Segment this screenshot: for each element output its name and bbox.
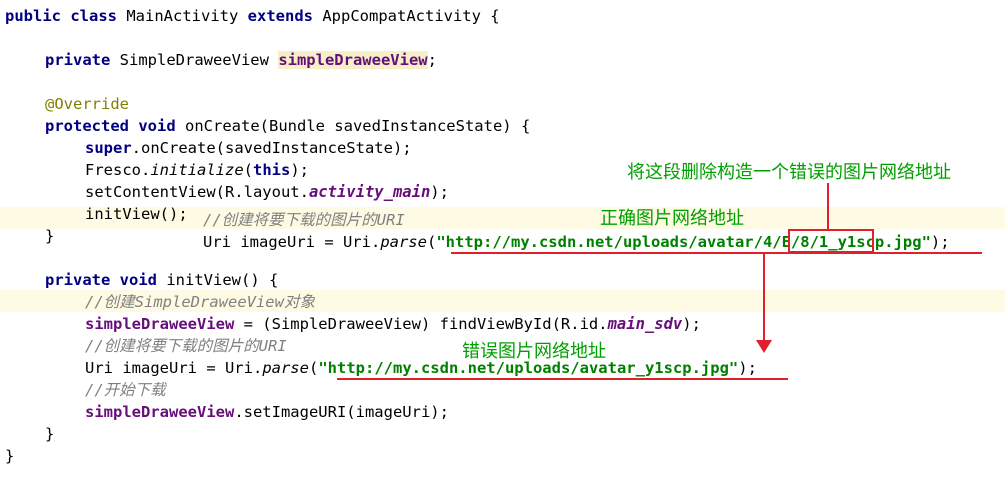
code-line-14: Uri imageUri = Uri.parse("http://my.csdn… [85,357,757,379]
code-text: initView(); [85,205,188,223]
code-text: SimpleDraweeView [110,51,279,69]
code-text: Uri imageUri = Uri. [203,233,381,251]
arrow-head-icon [756,340,772,353]
field-name: simpleDraweeView [85,403,235,421]
keyword: public [5,7,61,25]
keyword: private [45,271,111,289]
deleted-segment-box [788,229,874,253]
keyword: void [138,117,176,135]
code-comment: //创建将要下载的图片的URI [203,211,405,229]
method-name: parse [262,359,309,377]
delete-note-label: 将这段删除构造一个错误的图片网络地址 [627,162,951,183]
code-text: AppCompatActivity { [313,7,500,25]
code-text: ; [427,51,437,69]
correct-url-label: 正确图片网络地址 [600,208,744,229]
code-line-17: } [45,425,55,443]
code-line-10: private void initView() { [45,269,278,291]
code-text: setContentView(R.layout. [85,183,309,201]
keyword: class [70,7,118,25]
code-text: Fresco. [85,161,151,179]
keyword: super [85,139,132,157]
arrow-line-to-box [827,183,829,229]
code-text: Uri imageUri = Uri. [85,359,263,377]
correct-url-underline [451,252,982,254]
code-text: ); [930,233,950,251]
keyword: void [119,271,157,289]
code-text: ); [430,183,449,201]
field-name: main_sdv [607,315,683,333]
code-line-18: } [5,447,15,465]
annotation: @Override [45,95,129,113]
code-text: ); [290,161,309,179]
field-name[interactable]: simpleDraweeView [278,51,428,69]
code-text: ); [682,315,701,333]
code-line-4: protected void onCreate(Bundle savedInst… [45,115,530,137]
code-comment: //开始下载 [85,381,166,399]
arrow-line-down [763,253,765,345]
code-line-2: private SimpleDraweeView simpleDraweeVie… [45,49,437,71]
code-text: .setImageURI(imageUri); [234,403,449,421]
keyword: extends [247,7,313,25]
keyword: private [45,51,111,69]
code-line-5: super.onCreate(savedInstanceState); [85,137,412,159]
code-line-12: simpleDraweeView = (SimpleDraweeView) fi… [85,313,701,335]
code-text: onCreate(Bundle savedInstanceState) { [175,117,531,135]
code-line-6: Fresco.initialize(this); [85,159,309,181]
code-text: ( [308,359,319,377]
code-text: MainActivity [117,7,248,25]
field-name: activity_main [308,183,431,201]
code-text: .onCreate(savedInstanceState); [131,139,412,157]
code-text: = (SimpleDraweeView) findViewById(R.id. [234,315,608,333]
code-line-16: simpleDraweeView.setImageURI(imageUri); [85,401,449,423]
code-text: ( [426,233,437,251]
code-text: ); [738,359,757,377]
keyword: this [253,161,291,179]
code-line-3: @Override [45,93,129,115]
wrong-url-label: 错误图片网络地址 [462,341,606,362]
method-name: initialize [150,161,244,179]
code-comment: //创建SimpleDraweeView对象 [85,293,315,311]
code-line-7: setContentView(R.layout.activity_main); [85,181,449,203]
code-text: ( [243,161,253,179]
code-line-1: public class MainActivity extends AppCom… [5,5,500,27]
code-line-9-brace: } [45,227,55,245]
field-name: simpleDraweeView [85,315,235,333]
method-name: parse [380,233,427,251]
code-comment: //创建将要下载的图片的URI [85,337,287,355]
keyword: protected [45,117,129,135]
code-line-8: initView(); [85,203,188,225]
code-text: initView() { [157,271,279,289]
wrong-url-underline [337,378,788,380]
